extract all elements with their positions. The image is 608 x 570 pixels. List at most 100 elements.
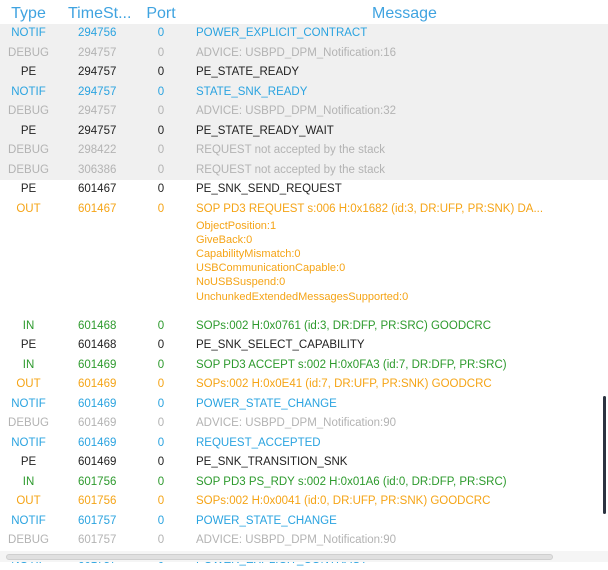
table-row[interactable]: OUT6017560SOPs:002 H:0x0041 (id:0, DR:UF… [0,492,608,512]
row-message: SOP PD3 REQUEST s:006 H:0x1682 (id:3, DR… [196,203,606,215]
row-timestamp: 601467 [78,203,116,215]
row-type: DEBUG [0,534,57,546]
row-timestamp: 298422 [78,144,116,156]
row-message: SOPs:002 H:0x0041 (id:0, DR:UFP, PR:SNK)… [196,495,606,507]
row-message: PE_STATE_READY [196,66,606,78]
column-header-port[interactable]: Port [146,5,176,23]
row-message: ADVICE: USBPD_DPM_Notification:32 [196,105,606,117]
message-details: ObjectPosition:1GiveBack:0CapabilityMism… [196,219,408,304]
table-row[interactable]: NOTIF2947570STATE_SNK_READY [0,83,608,103]
vertical-scrollbar-thumb[interactable] [603,396,606,514]
row-type: NOTIF [0,27,57,39]
row-port: 0 [146,359,176,371]
table-row[interactable]: OUT 601467 0 SOP PD3 REQUEST s:006 H:0x1682… [0,200,608,317]
row-port: 0 [146,183,176,195]
table-row[interactable]: DEBUG6017570ADVICE: USBPD_DPM_Notificati… [0,531,608,551]
table-row[interactable]: PE6014690PE_SNK_TRANSITION_SNK [0,453,608,473]
row-port: 0 [146,66,176,78]
table-row[interactable]: DEBUG2984220REQUEST not accepted by the … [0,141,608,161]
table-header: Type TimeSt... Port Message [0,0,608,24]
row-message: REQUEST_ACCEPTED [196,437,606,449]
table-row[interactable]: NOTIF6014690POWER_STATE_CHANGE [0,395,608,415]
table-row[interactable]: PE6014680PE_SNK_SELECT_CAPABILITY [0,336,608,356]
row-type: NOTIF [0,398,57,410]
row-message: SOP PD3 ACCEPT s:002 H:0x0FA3 (id:7, DR:… [196,359,606,371]
row-port: 0 [146,27,176,39]
row-port: 0 [146,125,176,137]
row-message: PE_SNK_SELECT_CAPABILITY [196,339,606,351]
table-row[interactable]: NOTIF 601757 0 POWER_STATE_CHANGE [0,512,608,532]
row-timestamp: 601469 [78,417,116,429]
row-timestamp: 601757 [78,534,116,546]
row-timestamp: 294757 [78,125,116,137]
row-type: DEBUG [0,47,57,59]
trace-table-body: NOTIF 294756 0 POWER_EXPLICIT_CONTRACT DEBUG… [0,24,608,570]
column-header-timestamp[interactable]: TimeSt... [68,5,140,23]
row-type: OUT [0,378,57,390]
row-timestamp: 601467 [78,183,116,195]
horizontal-scrollbar-thumb[interactable] [6,554,553,560]
row-timestamp: 294757 [78,66,116,78]
table-row[interactable]: PE 294757 0 PE_STATE_READY [0,63,608,83]
row-type: DEBUG [0,164,57,176]
row-port: 0 [146,164,176,176]
table-row[interactable]: DEBUG2947570ADVICE: USBPD_DPM_Notificati… [0,44,608,64]
row-message: PE_STATE_READY_WAIT [196,125,606,137]
row-type: DEBUG [0,105,57,117]
row-message: REQUEST not accepted by the stack [196,164,606,176]
row-message: REQUEST not accepted by the stack [196,144,606,156]
row-timestamp: 601756 [78,495,116,507]
row-type: OUT [0,495,57,507]
table-row[interactable]: OUT6014690SOPs:002 H:0x0E41 (id:7, DR:UF… [0,375,608,395]
row-port: 0 [146,417,176,429]
row-type: NOTIF [0,515,57,527]
column-header-message[interactable]: Message [372,5,437,23]
row-port: 0 [146,339,176,351]
row-timestamp: 601469 [78,437,116,449]
row-message: POWER_STATE_CHANGE [196,515,606,527]
row-type: IN [0,320,57,332]
row-type: DEBUG [0,417,57,429]
message-detail-line: CapabilityMismatch:0 [196,247,408,261]
message-detail-line: ObjectPosition:1 [196,219,408,233]
row-type: NOTIF [0,86,57,98]
row-type: PE [0,183,57,195]
row-message: SOPs:002 H:0x0E41 (id:7, DR:UFP, PR:SNK)… [196,378,606,390]
row-port: 0 [146,47,176,59]
table-row[interactable]: PE 601467 0 PE_SNK_SEND_REQUEST [0,180,608,200]
table-row[interactable]: DEBUG2947570ADVICE: USBPD_DPM_Notificati… [0,102,608,122]
row-message: POWER_EXPLICIT_CONTRACT [196,27,606,39]
table-row[interactable]: NOTIF6014690REQUEST_ACCEPTED [0,434,608,454]
row-port: 0 [146,515,176,527]
message-detail-line: UnchunkedExtendedMessagesSupported:0 [196,290,408,304]
row-message: ADVICE: USBPD_DPM_Notification:90 [196,417,606,429]
row-timestamp: 294757 [78,47,116,59]
row-timestamp: 601468 [78,339,116,351]
row-timestamp: 601469 [78,456,116,468]
table-row[interactable]: IN6014690SOP PD3 ACCEPT s:002 H:0x0FA3 (… [0,356,608,376]
message-detail-line: GiveBack:0 [196,233,408,247]
row-timestamp: 601757 [78,515,116,527]
table-row[interactable]: PE 294757 0 PE_STATE_READY_WAIT [0,122,608,142]
row-port: 0 [146,378,176,390]
row-port: 0 [146,320,176,332]
column-header-type[interactable]: Type [0,5,57,23]
row-timestamp: 601468 [78,320,116,332]
row-type: OUT [0,203,57,215]
row-type: PE [0,66,57,78]
row-message: PE_SNK_SEND_REQUEST [196,183,606,195]
row-timestamp: 294756 [78,27,116,39]
table-row[interactable]: DEBUG 601469 0 ADVICE: USBPD_DPM_Notificati… [0,414,608,434]
row-timestamp: 294757 [78,86,116,98]
row-type: NOTIF [0,437,57,449]
row-port: 0 [146,203,176,215]
row-port: 0 [146,398,176,410]
row-port: 0 [146,105,176,117]
table-row[interactable]: IN6017560SOP PD3 PS_RDY s:002 H:0x01A6 (… [0,473,608,493]
table-row[interactable]: DEBUG3063860REQUEST not accepted by the … [0,161,608,181]
row-type: PE [0,125,57,137]
row-port: 0 [146,534,176,546]
table-row[interactable]: NOTIF 294756 0 POWER_EXPLICIT_CONTRACT [0,24,608,44]
row-port: 0 [146,144,176,156]
table-row[interactable]: IN6014680SOPs:002 H:0x0761 (id:3, DR:DFP… [0,317,608,337]
